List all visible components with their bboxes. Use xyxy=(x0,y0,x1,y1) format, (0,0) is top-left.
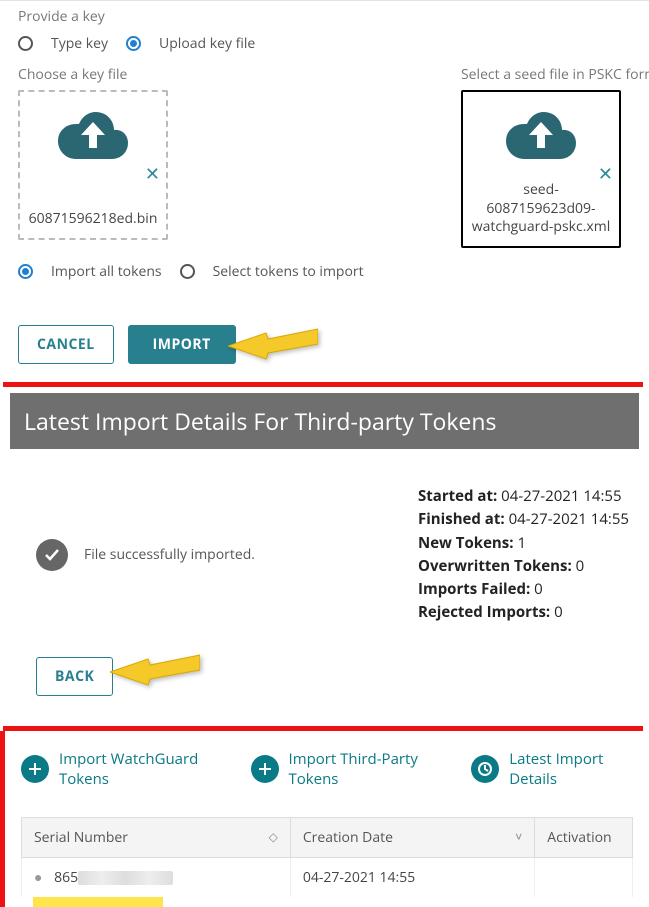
upload-key-file-radio[interactable] xyxy=(126,36,141,51)
select-tokens-radio[interactable] xyxy=(180,264,195,279)
details-header: Latest Import Details For Third-party To… xyxy=(10,393,639,449)
import-mode-radio-group: Import all tokens Select tokens to impor… xyxy=(18,262,631,281)
plus-icon xyxy=(251,755,279,783)
remove-seed-file-icon[interactable]: ✕ xyxy=(598,162,613,186)
chevron-down-icon: ˅ xyxy=(515,828,522,845)
col-activation[interactable]: Activation xyxy=(535,817,633,857)
tokens-table: Serial Number◇ Creation Date˅ Activation… xyxy=(21,817,633,897)
provide-key-title: Provide a key xyxy=(18,7,631,26)
col-serial-number[interactable]: Serial Number◇ xyxy=(22,817,291,857)
redacted-serial xyxy=(78,871,173,885)
select-tokens-label[interactable]: Select tokens to import xyxy=(213,262,364,281)
success-message: File successfully imported. xyxy=(84,545,255,564)
upload-key-file-label[interactable]: Upload key file xyxy=(159,34,255,53)
import-all-label[interactable]: Import all tokens xyxy=(51,262,162,281)
cloud-upload-icon xyxy=(506,108,576,163)
type-key-radio[interactable] xyxy=(18,36,33,51)
back-button[interactable]: BACK xyxy=(36,657,113,696)
import-thirdparty-tokens-button[interactable]: Import Third-Party Tokens xyxy=(251,749,446,789)
status-dot-icon: ● xyxy=(34,868,42,887)
pointer-arrow-icon xyxy=(228,319,318,369)
clock-icon xyxy=(471,755,499,783)
import-stats: Started at: 04-27-2021 14:55 Finished at… xyxy=(418,485,629,625)
cancel-button[interactable]: CANCEL xyxy=(18,325,114,364)
key-file-dropzone[interactable]: ✕ 60871596218ed.bin xyxy=(18,90,168,240)
import-watchguard-tokens-button[interactable]: Import WatchGuard Tokens xyxy=(21,749,225,789)
type-key-label[interactable]: Type key xyxy=(51,34,108,53)
import-all-radio[interactable] xyxy=(18,264,33,279)
pointer-arrow-icon xyxy=(110,645,200,695)
import-button[interactable]: IMPORT xyxy=(128,325,236,364)
col-creation-date[interactable]: Creation Date˅ xyxy=(290,817,534,857)
cloud-upload-icon xyxy=(58,108,128,163)
key-source-radio-group: Type key Upload key file xyxy=(18,34,631,53)
seed-file-name: seed-6087159623d09-watchguard-pskc.xml xyxy=(469,181,613,236)
serial-prefix: 865 xyxy=(54,868,78,887)
seed-file-label: Select a seed file in PSKC format xyxy=(461,65,631,84)
choose-key-file-label: Choose a key file xyxy=(18,65,178,84)
highlight-marker xyxy=(33,897,163,907)
success-check-icon xyxy=(36,539,68,571)
remove-key-file-icon[interactable]: ✕ xyxy=(145,162,160,186)
key-file-name: 60871596218ed.bin xyxy=(29,210,158,228)
sort-icon: ◇ xyxy=(269,828,278,845)
table-row[interactable]: ● 865 04-27-2021 14:55 xyxy=(22,857,633,897)
creation-date-cell: 04-27-2021 14:55 xyxy=(290,857,534,897)
section-divider xyxy=(3,382,643,387)
seed-file-dropzone[interactable]: ✕ seed-6087159623d09-watchguard-pskc.xml xyxy=(461,90,621,248)
plus-icon xyxy=(21,755,49,783)
latest-import-details-button[interactable]: Latest Import Details xyxy=(471,749,633,789)
